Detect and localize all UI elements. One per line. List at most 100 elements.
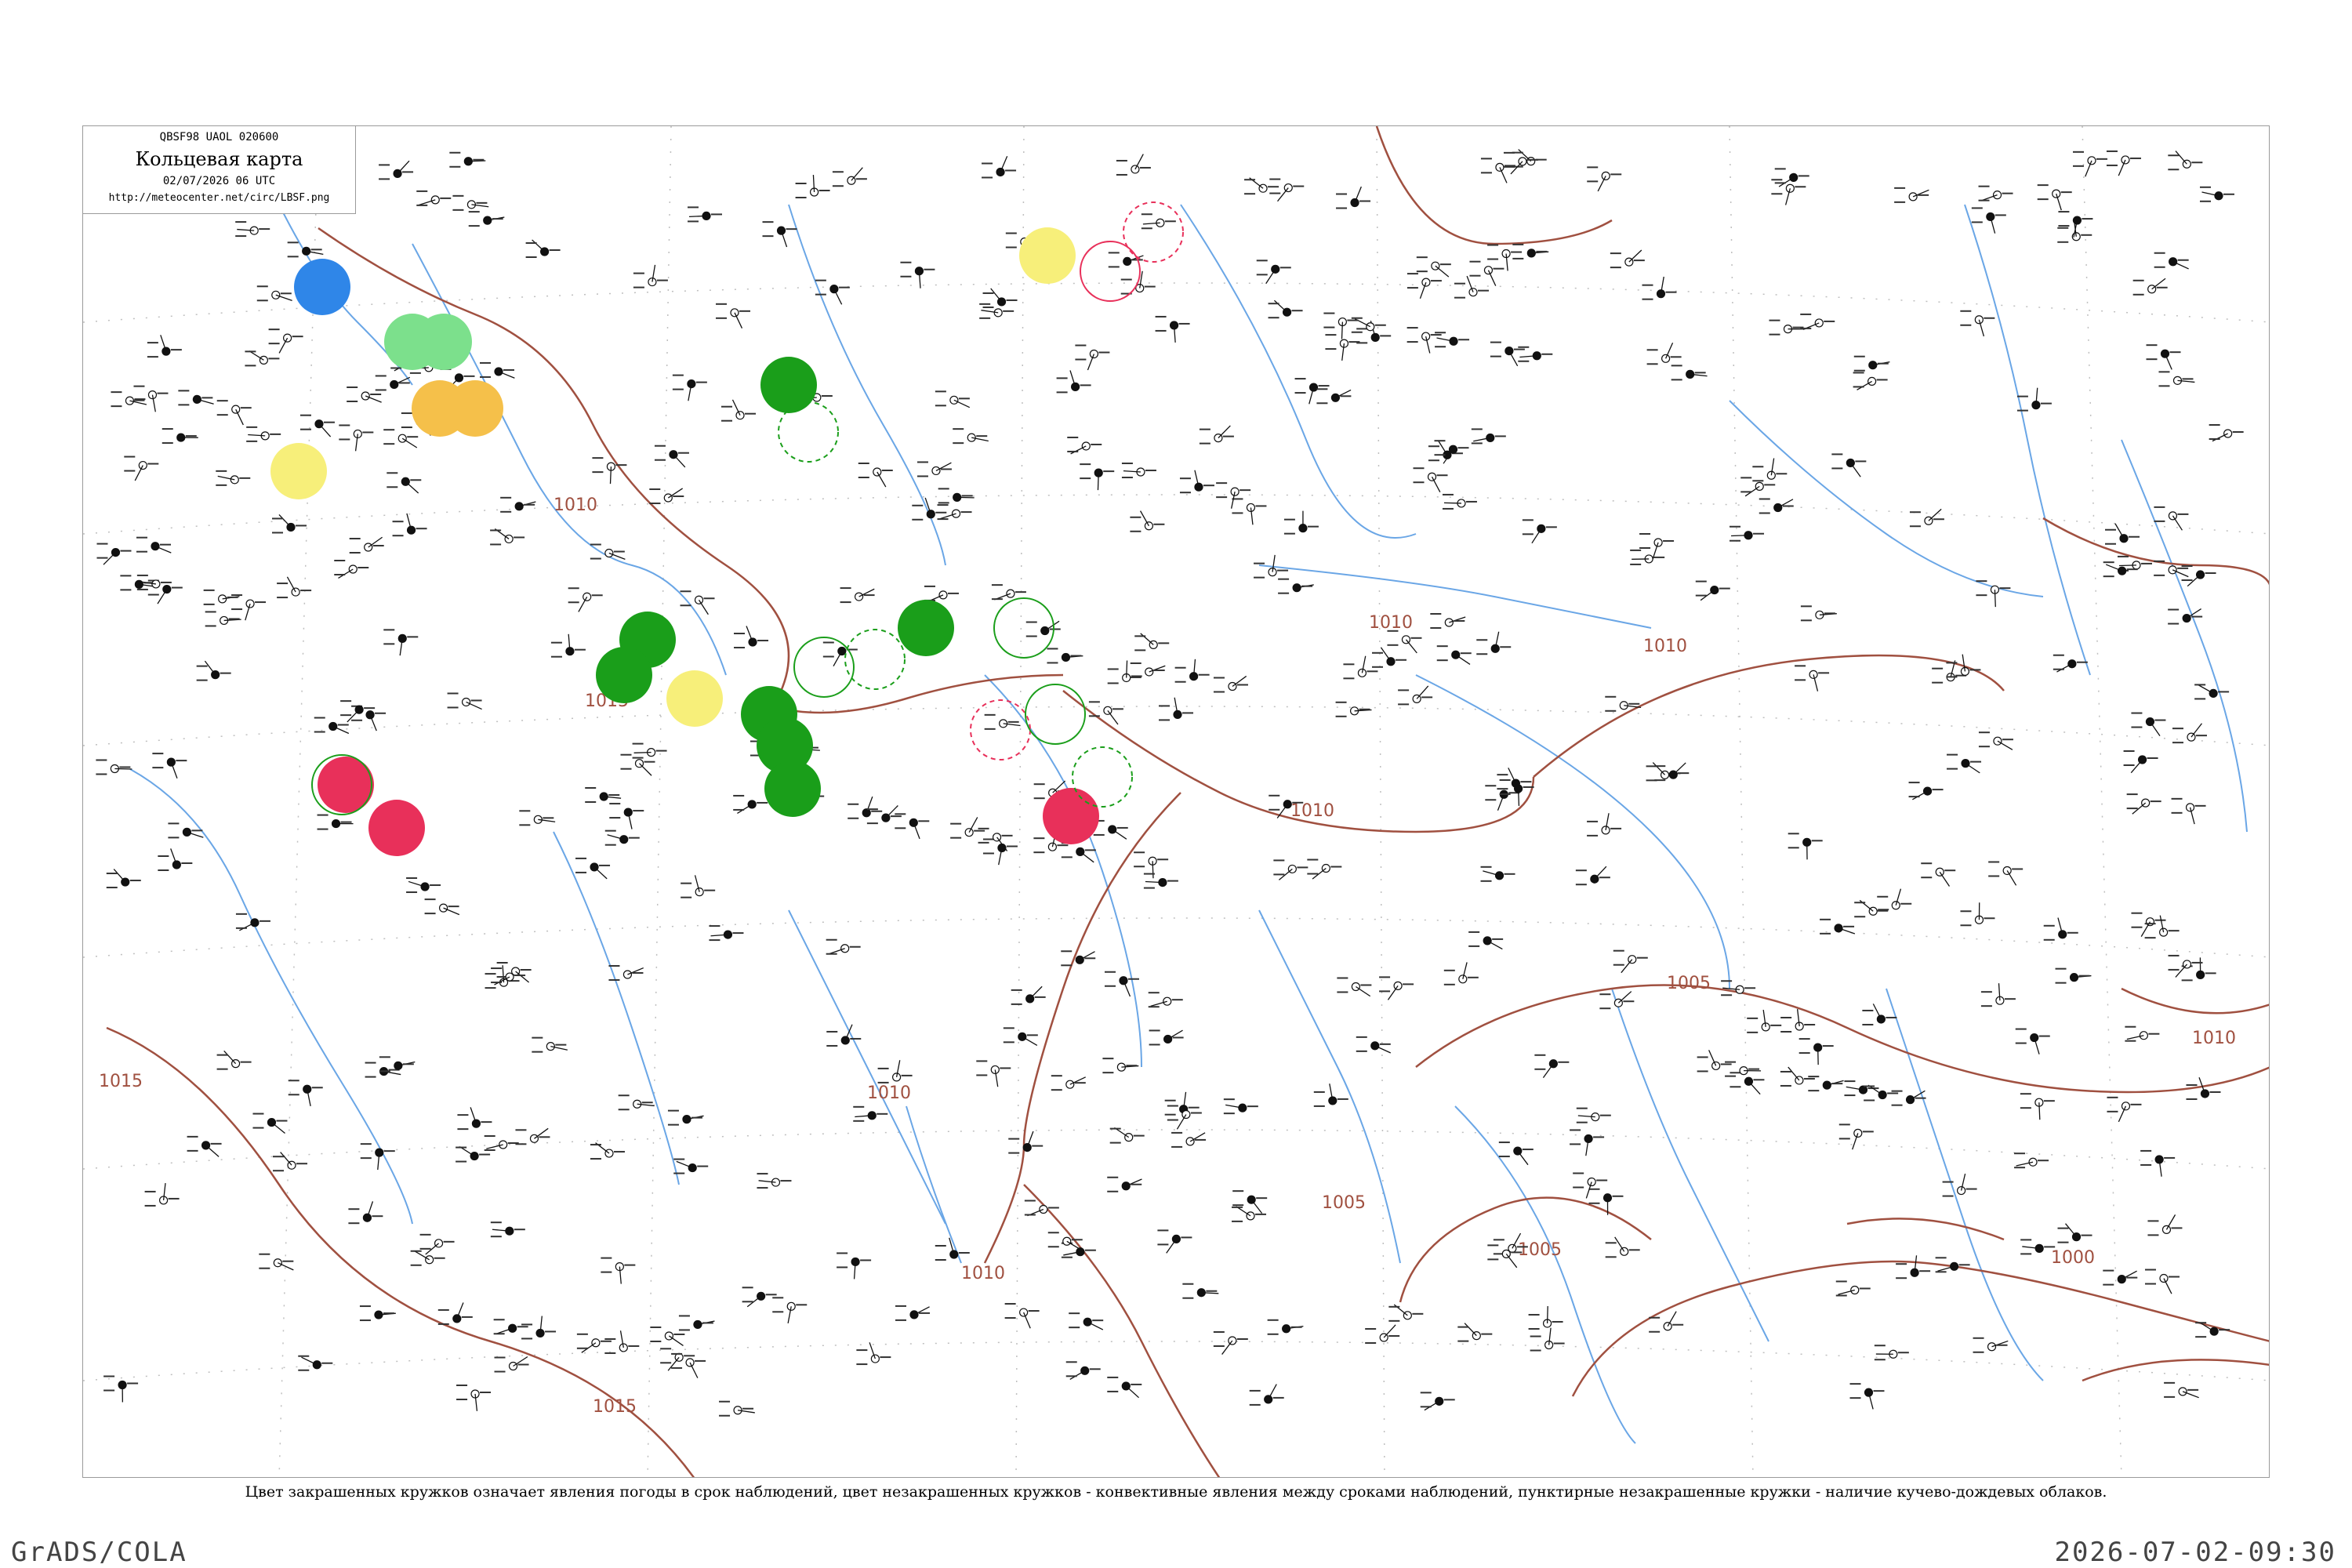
isobar-label: 1010 bbox=[554, 495, 597, 515]
station-plot bbox=[935, 390, 971, 408]
station-plot bbox=[1336, 186, 1371, 209]
station-plot bbox=[895, 1305, 930, 1321]
weather-filled-circle bbox=[1019, 227, 1076, 284]
station-plot bbox=[673, 1158, 709, 1174]
station-plot bbox=[158, 848, 193, 872]
station-plot bbox=[1480, 866, 1515, 882]
station-plot bbox=[1109, 1127, 1145, 1144]
station-plot bbox=[2015, 1028, 2050, 1054]
station-plot bbox=[532, 1036, 568, 1053]
station-plot bbox=[984, 713, 1021, 730]
station-plot bbox=[1795, 665, 1830, 691]
station-plot bbox=[1454, 275, 1490, 299]
station-plot bbox=[1908, 782, 1944, 800]
station-plot bbox=[1947, 753, 1982, 774]
station-plot bbox=[1157, 1229, 1192, 1254]
map-url[interactable]: http://meteocenter.net/circ/LBSF.png bbox=[83, 192, 355, 204]
map-title: Кольцевая карта bbox=[135, 148, 303, 170]
station-plot bbox=[1522, 519, 1557, 544]
station-plot bbox=[822, 641, 858, 666]
station-plot bbox=[953, 428, 989, 445]
station-plot bbox=[375, 375, 411, 391]
station-plot bbox=[1436, 645, 1472, 665]
station-plot bbox=[1800, 313, 1835, 330]
station-plot bbox=[416, 190, 452, 206]
station-plot bbox=[1639, 532, 1675, 560]
synoptic-map[interactable]: 1015 1010 1015 1010 1010 1005 1005 1010 … bbox=[83, 126, 2270, 1478]
footer-software: GrADS/COLA bbox=[11, 1537, 187, 1568]
station-plot bbox=[314, 717, 350, 735]
station-plot bbox=[2107, 1096, 2142, 1123]
station-plot bbox=[916, 461, 952, 477]
station-plot bbox=[716, 303, 751, 328]
station-plot bbox=[1487, 244, 1523, 271]
station-plot bbox=[1587, 813, 1622, 837]
station-plot bbox=[299, 414, 335, 437]
station-plot bbox=[2168, 608, 2203, 625]
station-plot bbox=[866, 805, 902, 825]
weather-open-circle bbox=[1123, 201, 1184, 263]
station-plot bbox=[1337, 977, 1372, 997]
station-plot bbox=[1051, 1075, 1086, 1091]
station-plot bbox=[406, 877, 441, 894]
station-plot bbox=[1406, 327, 1442, 354]
station-plot bbox=[924, 585, 959, 603]
station-plot bbox=[1011, 985, 1046, 1005]
station-plot bbox=[277, 576, 312, 599]
station-plot bbox=[719, 1400, 755, 1417]
station-plot bbox=[2103, 1269, 2138, 1286]
station-plot bbox=[1877, 888, 1912, 912]
station-plot bbox=[1973, 1337, 2009, 1353]
station-plot bbox=[1468, 931, 1504, 950]
station-plot bbox=[604, 829, 640, 846]
station-plot bbox=[216, 400, 252, 426]
station-plot bbox=[1896, 1255, 1931, 1279]
station-plot bbox=[1335, 701, 1372, 717]
station-plot bbox=[681, 875, 716, 898]
station-plot bbox=[1088, 701, 1123, 725]
station-plot bbox=[1416, 256, 1451, 278]
station-plot bbox=[1080, 463, 1115, 491]
isobar-label: 1010 bbox=[961, 1264, 1005, 1283]
station-plot bbox=[447, 692, 482, 710]
legend-caption: Цвет закрашенных кружков означает явлени… bbox=[245, 1483, 2107, 1501]
station-plot bbox=[162, 428, 198, 445]
station-plot bbox=[1004, 1303, 1040, 1329]
station-plot bbox=[1121, 463, 1156, 479]
station-plot bbox=[568, 587, 603, 612]
isobar-label: 1015 bbox=[99, 1072, 143, 1091]
station-plot bbox=[1164, 1091, 1200, 1116]
station-plot bbox=[1025, 620, 1061, 637]
station-plot bbox=[203, 589, 240, 605]
station-plot bbox=[268, 328, 303, 354]
station-plot bbox=[1498, 1142, 1534, 1166]
station-plot bbox=[672, 374, 707, 401]
station-plot bbox=[525, 239, 561, 259]
station-plot bbox=[1831, 453, 1867, 477]
station-plot bbox=[245, 350, 280, 367]
station-plot bbox=[632, 742, 667, 759]
station-plot bbox=[1278, 578, 1314, 594]
station-plot bbox=[2020, 1093, 2055, 1120]
station-plot bbox=[106, 869, 141, 889]
station-plot bbox=[298, 1355, 333, 1371]
station-plot bbox=[2043, 917, 2078, 941]
station-plot bbox=[1599, 991, 1635, 1010]
isobar-label: 1010 bbox=[1290, 801, 1334, 821]
station-plot bbox=[379, 160, 414, 180]
station-plot bbox=[339, 424, 374, 452]
station-plot bbox=[2154, 506, 2189, 531]
station-plot bbox=[709, 925, 744, 942]
station-plot bbox=[1307, 858, 1342, 880]
station-plot bbox=[1141, 213, 1176, 230]
isobar-label: 1005 bbox=[1322, 1193, 1366, 1213]
station-plot bbox=[96, 759, 132, 775]
station-plot bbox=[387, 472, 422, 494]
map-header: QBSF98 UAOL 020600 Кольцевая карта 02/07… bbox=[83, 126, 356, 214]
weather-open-circle bbox=[1080, 241, 1141, 302]
station-plot bbox=[585, 787, 622, 804]
weather-filled-circle bbox=[318, 757, 374, 813]
station-plot bbox=[575, 857, 611, 880]
station-plot bbox=[1179, 470, 1214, 494]
station-plot bbox=[604, 1330, 640, 1354]
